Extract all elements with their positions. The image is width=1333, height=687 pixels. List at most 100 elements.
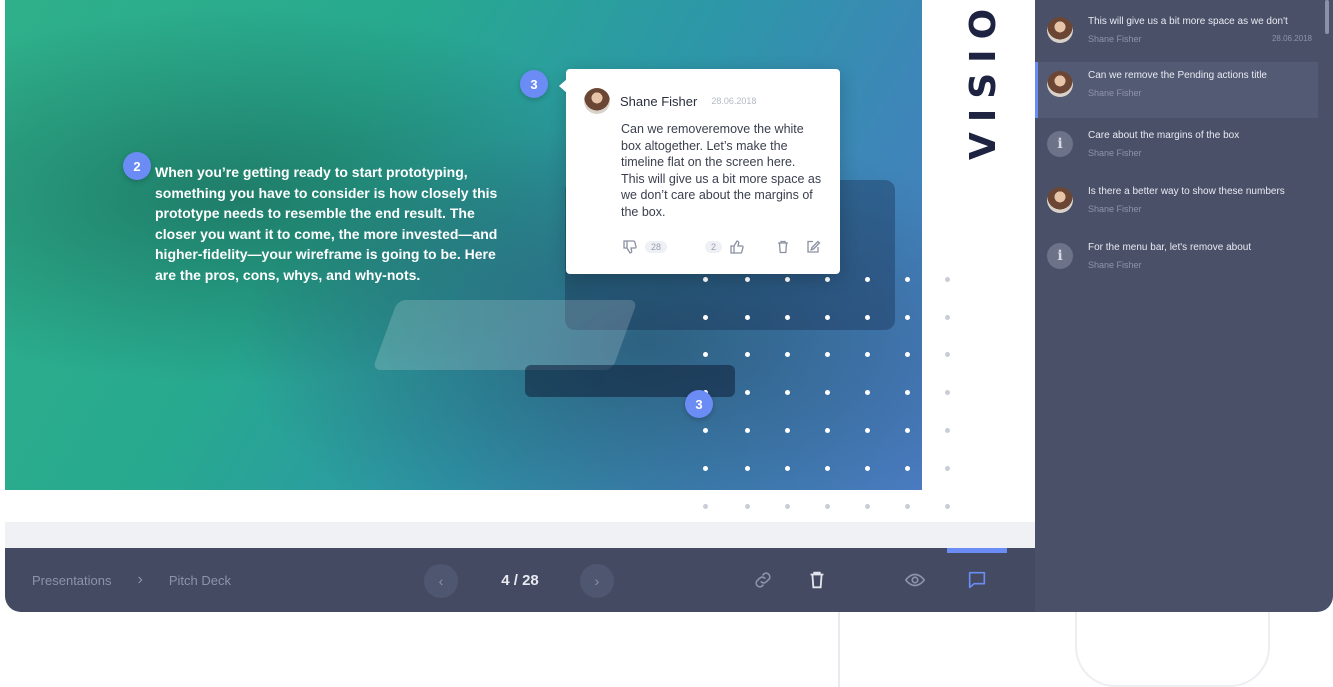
pattern-dot [905,390,910,395]
pattern-dot [865,315,870,320]
page-indicator: 4 / 28 [501,571,539,589]
link-icon[interactable] [751,568,775,592]
trash-icon[interactable] [774,238,792,256]
chevron-right-icon: › [594,573,600,589]
presentation-app: VISION When you’re getting ready to star… [5,0,1333,612]
pattern-dot [945,352,950,357]
pattern-dot [785,390,790,395]
pattern-dot [703,315,708,320]
background-divider [838,612,840,687]
pattern-dot [825,466,830,471]
avatar [584,88,610,114]
active-tab-indicator [947,548,1007,553]
panel-scrollbar[interactable] [1325,0,1329,34]
pattern-dot [945,277,950,282]
pattern-dot [945,466,950,471]
pattern-dot [785,352,790,357]
next-page-button[interactable]: › [580,564,614,598]
pattern-dot [905,504,910,509]
previous-page-button[interactable]: ‹ [424,564,458,598]
comment-item-author: Shane Fisher [1088,148,1142,158]
avatar [1047,187,1073,213]
pattern-dot [785,466,790,471]
pattern-dot [865,277,870,282]
pattern-dot [825,352,830,357]
slide-body-text: When you’re getting ready to start proto… [155,164,498,283]
comments-panel: This will give us a bit more space as we… [1035,0,1333,612]
pattern-dot [865,466,870,471]
comment-item-author: Shane Fisher [1088,34,1142,44]
pattern-dot [945,315,950,320]
comment-item-date: 28.06.2018 [1271,34,1312,43]
slide-canvas[interactable]: VISION When you’re getting ready to star… [5,0,1035,522]
pattern-dot [825,277,830,282]
dislike-count: 28 [645,241,668,253]
pattern-dot [745,504,750,509]
background-shape [1075,612,1270,687]
comment-list-item-active[interactable]: Can we remove the Pending actions title … [1035,62,1318,118]
comment-popover: Shane Fisher 28.06.2018 Can we removerem… [559,69,840,274]
pattern-dot [825,428,830,433]
avatar [1047,71,1073,97]
pattern-dot [785,428,790,433]
edit-icon[interactable] [804,238,822,256]
breadcrumb: Presentations › Pitch Deck [32,548,231,612]
comment-list-item[interactable]: This will give us a bit more space as we… [1035,8,1318,56]
comment-marker-3[interactable]: 3 [520,70,548,98]
comment-marker-3-lower[interactable]: 3 [685,390,713,418]
breadcrumb-pitch-deck[interactable]: Pitch Deck [169,573,231,588]
notebook-shape [372,300,638,370]
comment-item-text: Is there a better way to show these numb… [1088,186,1285,197]
pattern-dot [703,277,708,282]
chevron-right-icon: › [137,571,143,588]
comment-item-author: Shane Fisher [1088,260,1142,270]
pattern-dot [945,504,950,509]
pattern-dot [745,352,750,357]
comment-text: Can we removeremove the white box altoge… [621,122,822,219]
pattern-dot [825,315,830,320]
comment-actions: 28 2 [621,237,822,257]
comment-item-text: This will give us a bit more space as we… [1088,16,1288,27]
comment-item-author: Shane Fisher [1088,88,1142,98]
pattern-dot [745,466,750,471]
comment-marker-2[interactable]: 2 [123,152,151,180]
thumbs-up-icon[interactable] [728,238,746,256]
avatar [1047,17,1073,43]
comment-item-author: Shane Fisher [1088,204,1142,214]
pattern-dot [905,315,910,320]
pattern-dot [865,504,870,509]
pattern-dot [703,504,708,509]
pattern-dot [785,504,790,509]
pattern-dot [703,352,708,357]
pattern-dot [825,390,830,395]
pattern-dot [785,277,790,282]
trash-icon[interactable] [805,568,829,592]
pattern-dot [745,277,750,282]
comment-list-item[interactable]: i For the menu bar, let's remove about S… [1035,234,1318,282]
pattern-dot [825,504,830,509]
info-icon: i [1047,243,1073,269]
slide-vertical-title: VISION [963,0,1004,160]
pattern-dot [905,277,910,282]
dot-pattern [695,272,955,512]
like-count: 2 [704,241,722,253]
comment-list-item[interactable]: i Care about the margins of the box Shan… [1035,122,1318,170]
pattern-dot [745,390,750,395]
eye-icon[interactable] [903,568,927,592]
breadcrumb-presentations[interactable]: Presentations [32,573,112,588]
pattern-dot [703,466,708,471]
comment-list-item[interactable]: Is there a better way to show these numb… [1035,178,1318,226]
pattern-dot [945,390,950,395]
chevron-left-icon: ‹ [438,573,444,589]
bottom-toolbar: Presentations › Pitch Deck ‹ 4 / 28 › [5,548,1035,612]
pattern-dot [865,428,870,433]
comment-item-text: Can we remove the Pending actions title [1088,70,1267,81]
info-icon: i [1047,131,1073,157]
pattern-dot [905,352,910,357]
pattern-dot [745,315,750,320]
pattern-dot [905,428,910,433]
comment-author: Shane Fisher [620,93,698,109]
comment-icon[interactable] [965,568,989,592]
pattern-dot [745,428,750,433]
thumbs-down-icon[interactable] [621,238,639,256]
